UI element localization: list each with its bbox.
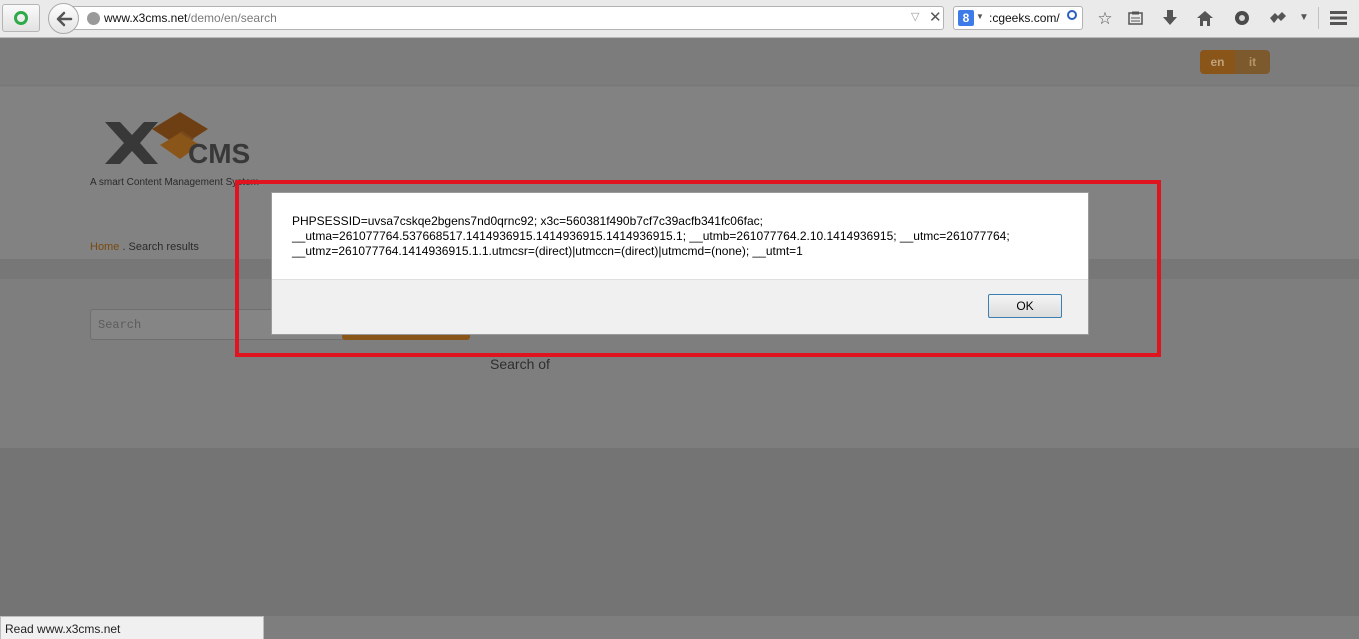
back-arrow-icon	[56, 11, 72, 26]
footer-area	[0, 448, 1359, 616]
search-engine-dropdown-icon[interactable]: ▼	[976, 12, 984, 21]
toolbar-separator	[1318, 7, 1319, 29]
ok-button[interactable]: OK	[988, 294, 1062, 318]
alert-dialog: PHPSESSID=uvsa7cskqe2bgens7nd0qrnc92; x3…	[271, 192, 1089, 335]
x3cms-logo[interactable]: CMS	[100, 107, 300, 172]
url-path: /demo/en/search	[187, 11, 277, 25]
url-bar[interactable]: www.x3cms.net/demo/en/search ▽ ✕	[64, 6, 944, 30]
browser-toolbar: www.x3cms.net/demo/en/search ▽ ✕ 8 ▼ :cg…	[0, 0, 1359, 38]
search-of-text: Search of	[490, 356, 550, 372]
chevron-down-icon[interactable]: ▼	[1294, 8, 1314, 28]
lang-en-button[interactable]: en	[1200, 50, 1235, 74]
search-engine-icon[interactable]: 8	[958, 10, 974, 26]
reading-list-icon[interactable]	[1125, 8, 1145, 28]
alert-message: PHPSESSID=uvsa7cskqe2bgens7nd0qrnc92; x3…	[292, 214, 1010, 258]
site-tagline: A smart Content Management System	[90, 177, 259, 188]
url-text: www.x3cms.net/demo/en/search	[104, 11, 277, 25]
menu-icon[interactable]	[1328, 8, 1348, 28]
alert-footer: OK	[272, 279, 1088, 334]
status-bar: Read www.x3cms.net	[0, 616, 264, 639]
breadcrumb-home-link[interactable]: Home	[90, 241, 119, 253]
search-icon[interactable]	[1067, 10, 1077, 20]
sync-icon[interactable]	[1232, 8, 1252, 28]
search-bar[interactable]: 8 ▼ :cgeeks.com/	[953, 6, 1083, 30]
url-history-dropdown-icon[interactable]: ▽	[911, 10, 919, 23]
search-bar-text: :cgeeks.com/	[989, 11, 1060, 25]
addon-icon[interactable]	[1268, 8, 1288, 28]
top-band: en it	[0, 39, 1359, 86]
globe-icon	[87, 12, 100, 25]
back-button[interactable]	[48, 3, 79, 34]
breadcrumb-current: Search results	[128, 241, 199, 253]
tab-group-button[interactable]	[2, 4, 40, 32]
home-icon[interactable]	[1195, 8, 1215, 28]
breadcrumb-separator: .	[119, 241, 129, 253]
url-domain: www.x3cms.net	[104, 11, 188, 25]
tab-icon	[14, 11, 28, 25]
breadcrumb: Home . Search results	[90, 241, 199, 253]
search-input-placeholder: Search	[98, 318, 142, 332]
language-switcher: en it	[1200, 50, 1270, 74]
lang-it-button[interactable]: it	[1235, 50, 1270, 74]
status-text: Read www.x3cms.net	[5, 622, 121, 636]
bookmark-star-icon[interactable]: ☆	[1095, 8, 1115, 28]
download-icon[interactable]	[1160, 8, 1180, 28]
logo-text: CMS	[188, 138, 250, 169]
stop-icon[interactable]: ✕	[929, 8, 942, 26]
